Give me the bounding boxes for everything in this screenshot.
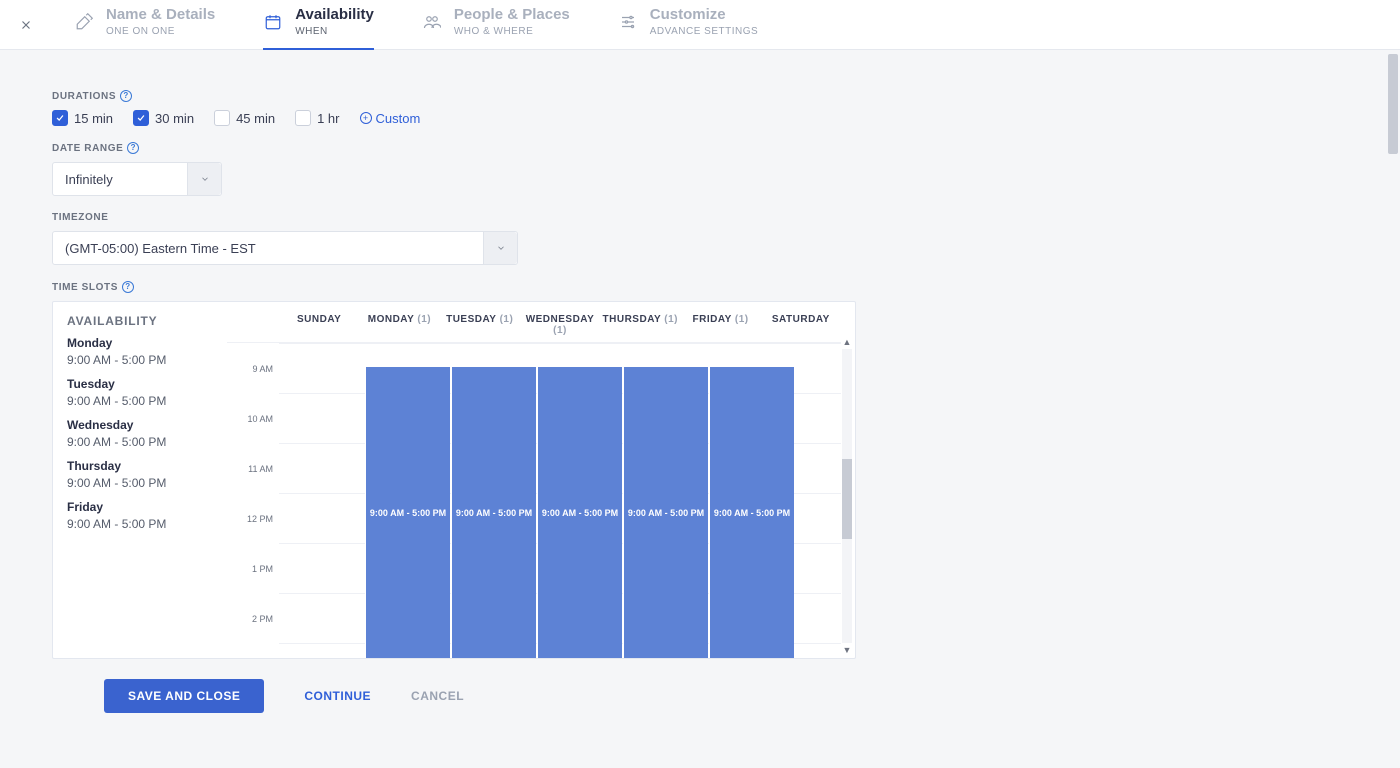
availability-day-name: Wednesday xyxy=(67,418,213,432)
calendar-day-header: SATURDAY xyxy=(761,314,841,336)
chevron-down-icon xyxy=(483,232,517,264)
page-scrollbar[interactable] xyxy=(1386,50,1400,768)
section-label-durations: DURATIONS ? xyxy=(52,90,1348,102)
pencil-icon xyxy=(74,12,94,32)
tab-sub: WHEN xyxy=(295,26,374,38)
help-icon[interactable]: ? xyxy=(122,281,134,293)
availability-day[interactable]: Monday 9:00 AM - 5:00 PM xyxy=(67,336,213,367)
availability-day-range: 9:00 AM - 5:00 PM xyxy=(67,517,213,531)
tab-title: People & Places xyxy=(454,6,570,24)
duration-option-1hr[interactable]: 1 hr xyxy=(295,110,339,126)
hour-label: 1 PM xyxy=(252,564,273,574)
custom-duration-button[interactable]: + Custom xyxy=(360,111,421,126)
availability-day-range: 9:00 AM - 5:00 PM xyxy=(67,353,213,367)
close-icon[interactable] xyxy=(10,9,42,41)
duration-option-30[interactable]: 30 min xyxy=(133,110,194,126)
availability-sidebar: AVAILABILITY Monday9:00 AM - 5:00 PMTues… xyxy=(53,302,227,658)
body-area: DURATIONS ? 15 min 30 min 45 min xyxy=(0,50,1400,768)
availability-day[interactable]: Thursday 9:00 AM - 5:00 PM xyxy=(67,459,213,490)
calendar-day-header: FRIDAY (1) xyxy=(680,314,760,336)
durations-row: 15 min 30 min 45 min 1 hr + Custom xyxy=(52,110,1348,126)
help-icon[interactable]: ? xyxy=(120,90,132,102)
checkbox-icon xyxy=(295,110,311,126)
availability-day-name: Monday xyxy=(67,336,213,350)
time-slot-block[interactable]: 9:00 AM - 5:00 PM xyxy=(365,367,450,658)
tab-people-places[interactable]: People & Places WHO & WHERE xyxy=(422,0,570,50)
checkbox-icon xyxy=(133,110,149,126)
availability-day[interactable]: Tuesday 9:00 AM - 5:00 PM xyxy=(67,377,213,408)
section-label-date-range: DATE RANGE ? xyxy=(52,142,1348,154)
tab-sub: WHO & WHERE xyxy=(454,26,570,38)
save-and-close-button[interactable]: SAVE AND CLOSE xyxy=(104,679,264,713)
tab-title: Availability xyxy=(295,6,374,24)
tab-sub: ONE ON ONE xyxy=(106,26,215,38)
time-slots-panel: AVAILABILITY Monday9:00 AM - 5:00 PMTues… xyxy=(52,301,856,659)
time-slot-block[interactable]: 9:00 AM - 5:00 PM xyxy=(623,367,708,658)
checkbox-icon xyxy=(214,110,230,126)
availability-title: AVAILABILITY xyxy=(67,314,213,328)
calendar-scrollbar[interactable]: ▲ ▼ xyxy=(841,337,853,655)
calendar-grid[interactable]: 9 AM 10 AM 11 AM 12 PM 1 PM 2 PM 9:00 AM - 5:… xyxy=(227,342,841,658)
plus-icon: + xyxy=(360,112,372,124)
availability-day-name: Friday xyxy=(67,500,213,514)
calendar-day-header: TUESDAY (1) xyxy=(440,314,520,336)
tab-name-details[interactable]: Name & Details ONE ON ONE xyxy=(74,0,215,50)
duration-option-15[interactable]: 15 min xyxy=(52,110,113,126)
time-slot-block[interactable]: 9:00 AM - 5:00 PM xyxy=(709,367,794,658)
checkbox-icon xyxy=(52,110,68,126)
scroll-down-icon[interactable]: ▼ xyxy=(843,645,852,655)
calendar-day-headers: SUNDAYMONDAY (1)TUESDAY (1)WEDNESDAY (1)… xyxy=(227,302,855,342)
time-slot-block[interactable]: 9:00 AM - 5:00 PM xyxy=(451,367,536,658)
hour-label: 11 AM xyxy=(248,464,273,474)
calendar-day-header: WEDNESDAY (1) xyxy=(520,314,600,336)
wizard-tabs: Name & Details ONE ON ONE Availability W… xyxy=(74,0,758,50)
continue-button[interactable]: CONTINUE xyxy=(304,689,371,703)
hour-label: 2 PM xyxy=(252,614,273,624)
time-slot-block[interactable]: 9:00 AM - 5:00 PM xyxy=(537,367,622,658)
tab-title: Customize xyxy=(650,6,758,24)
tab-availability[interactable]: Availability WHEN xyxy=(263,0,374,50)
calendar-icon xyxy=(263,12,283,32)
calendar-day-header: THURSDAY (1) xyxy=(600,314,680,336)
section-label-timezone: TIMEZONE xyxy=(52,212,1348,223)
calendar-area: SUNDAYMONDAY (1)TUESDAY (1)WEDNESDAY (1)… xyxy=(227,302,855,658)
availability-day[interactable]: Friday 9:00 AM - 5:00 PM xyxy=(67,500,213,531)
hour-label: 10 AM xyxy=(247,414,273,424)
section-label-time-slots: TIME SLOTS ? xyxy=(52,281,1348,293)
availability-day[interactable]: Wednesday 9:00 AM - 5:00 PM xyxy=(67,418,213,449)
footer-actions: SAVE AND CLOSE CONTINUE CANCEL xyxy=(52,659,1348,737)
people-icon xyxy=(422,12,442,32)
availability-day-name: Tuesday xyxy=(67,377,213,391)
availability-day-range: 9:00 AM - 5:00 PM xyxy=(67,435,213,449)
date-range-select[interactable]: Infinitely xyxy=(52,162,222,196)
cancel-button[interactable]: CANCEL xyxy=(411,689,464,703)
calendar-day-header: MONDAY (1) xyxy=(359,314,439,336)
availability-day-range: 9:00 AM - 5:00 PM xyxy=(67,476,213,490)
wizard-header: Name & Details ONE ON ONE Availability W… xyxy=(0,0,1400,50)
scroll-up-icon[interactable]: ▲ xyxy=(843,337,852,347)
sliders-icon xyxy=(618,12,638,32)
tab-title: Name & Details xyxy=(106,6,215,24)
availability-day-name: Thursday xyxy=(67,459,213,473)
tab-sub: ADVANCE SETTINGS xyxy=(650,26,758,38)
tab-customize[interactable]: Customize ADVANCE SETTINGS xyxy=(618,0,758,50)
hour-label: 9 AM xyxy=(252,364,273,374)
chevron-down-icon xyxy=(187,163,221,195)
help-icon[interactable]: ? xyxy=(127,142,139,154)
timezone-select[interactable]: (GMT-05:00) Eastern Time - EST xyxy=(52,231,518,265)
calendar-day-header: SUNDAY xyxy=(279,314,359,336)
availability-day-range: 9:00 AM - 5:00 PM xyxy=(67,394,213,408)
hour-label: 12 PM xyxy=(247,514,273,524)
duration-option-45[interactable]: 45 min xyxy=(214,110,275,126)
